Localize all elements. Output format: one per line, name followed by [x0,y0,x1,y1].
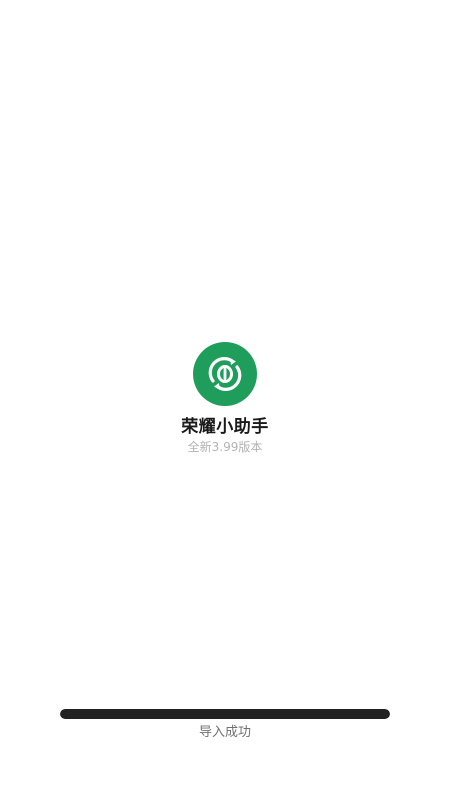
app-version: 全新3.99版本 [187,440,263,454]
import-progress-fill [60,709,390,719]
import-status-text: 导入成功 [198,725,251,740]
app-name: 荣耀小助手 [181,417,269,437]
app-branding: 荣耀小助手 全新3.99版本 [0,342,450,455]
splash-screen: 荣耀小助手 全新3.99版本 导入成功 [0,0,450,800]
sync-arrows-icon [208,357,242,391]
app-logo [193,342,257,406]
import-progress-bar [60,709,390,719]
